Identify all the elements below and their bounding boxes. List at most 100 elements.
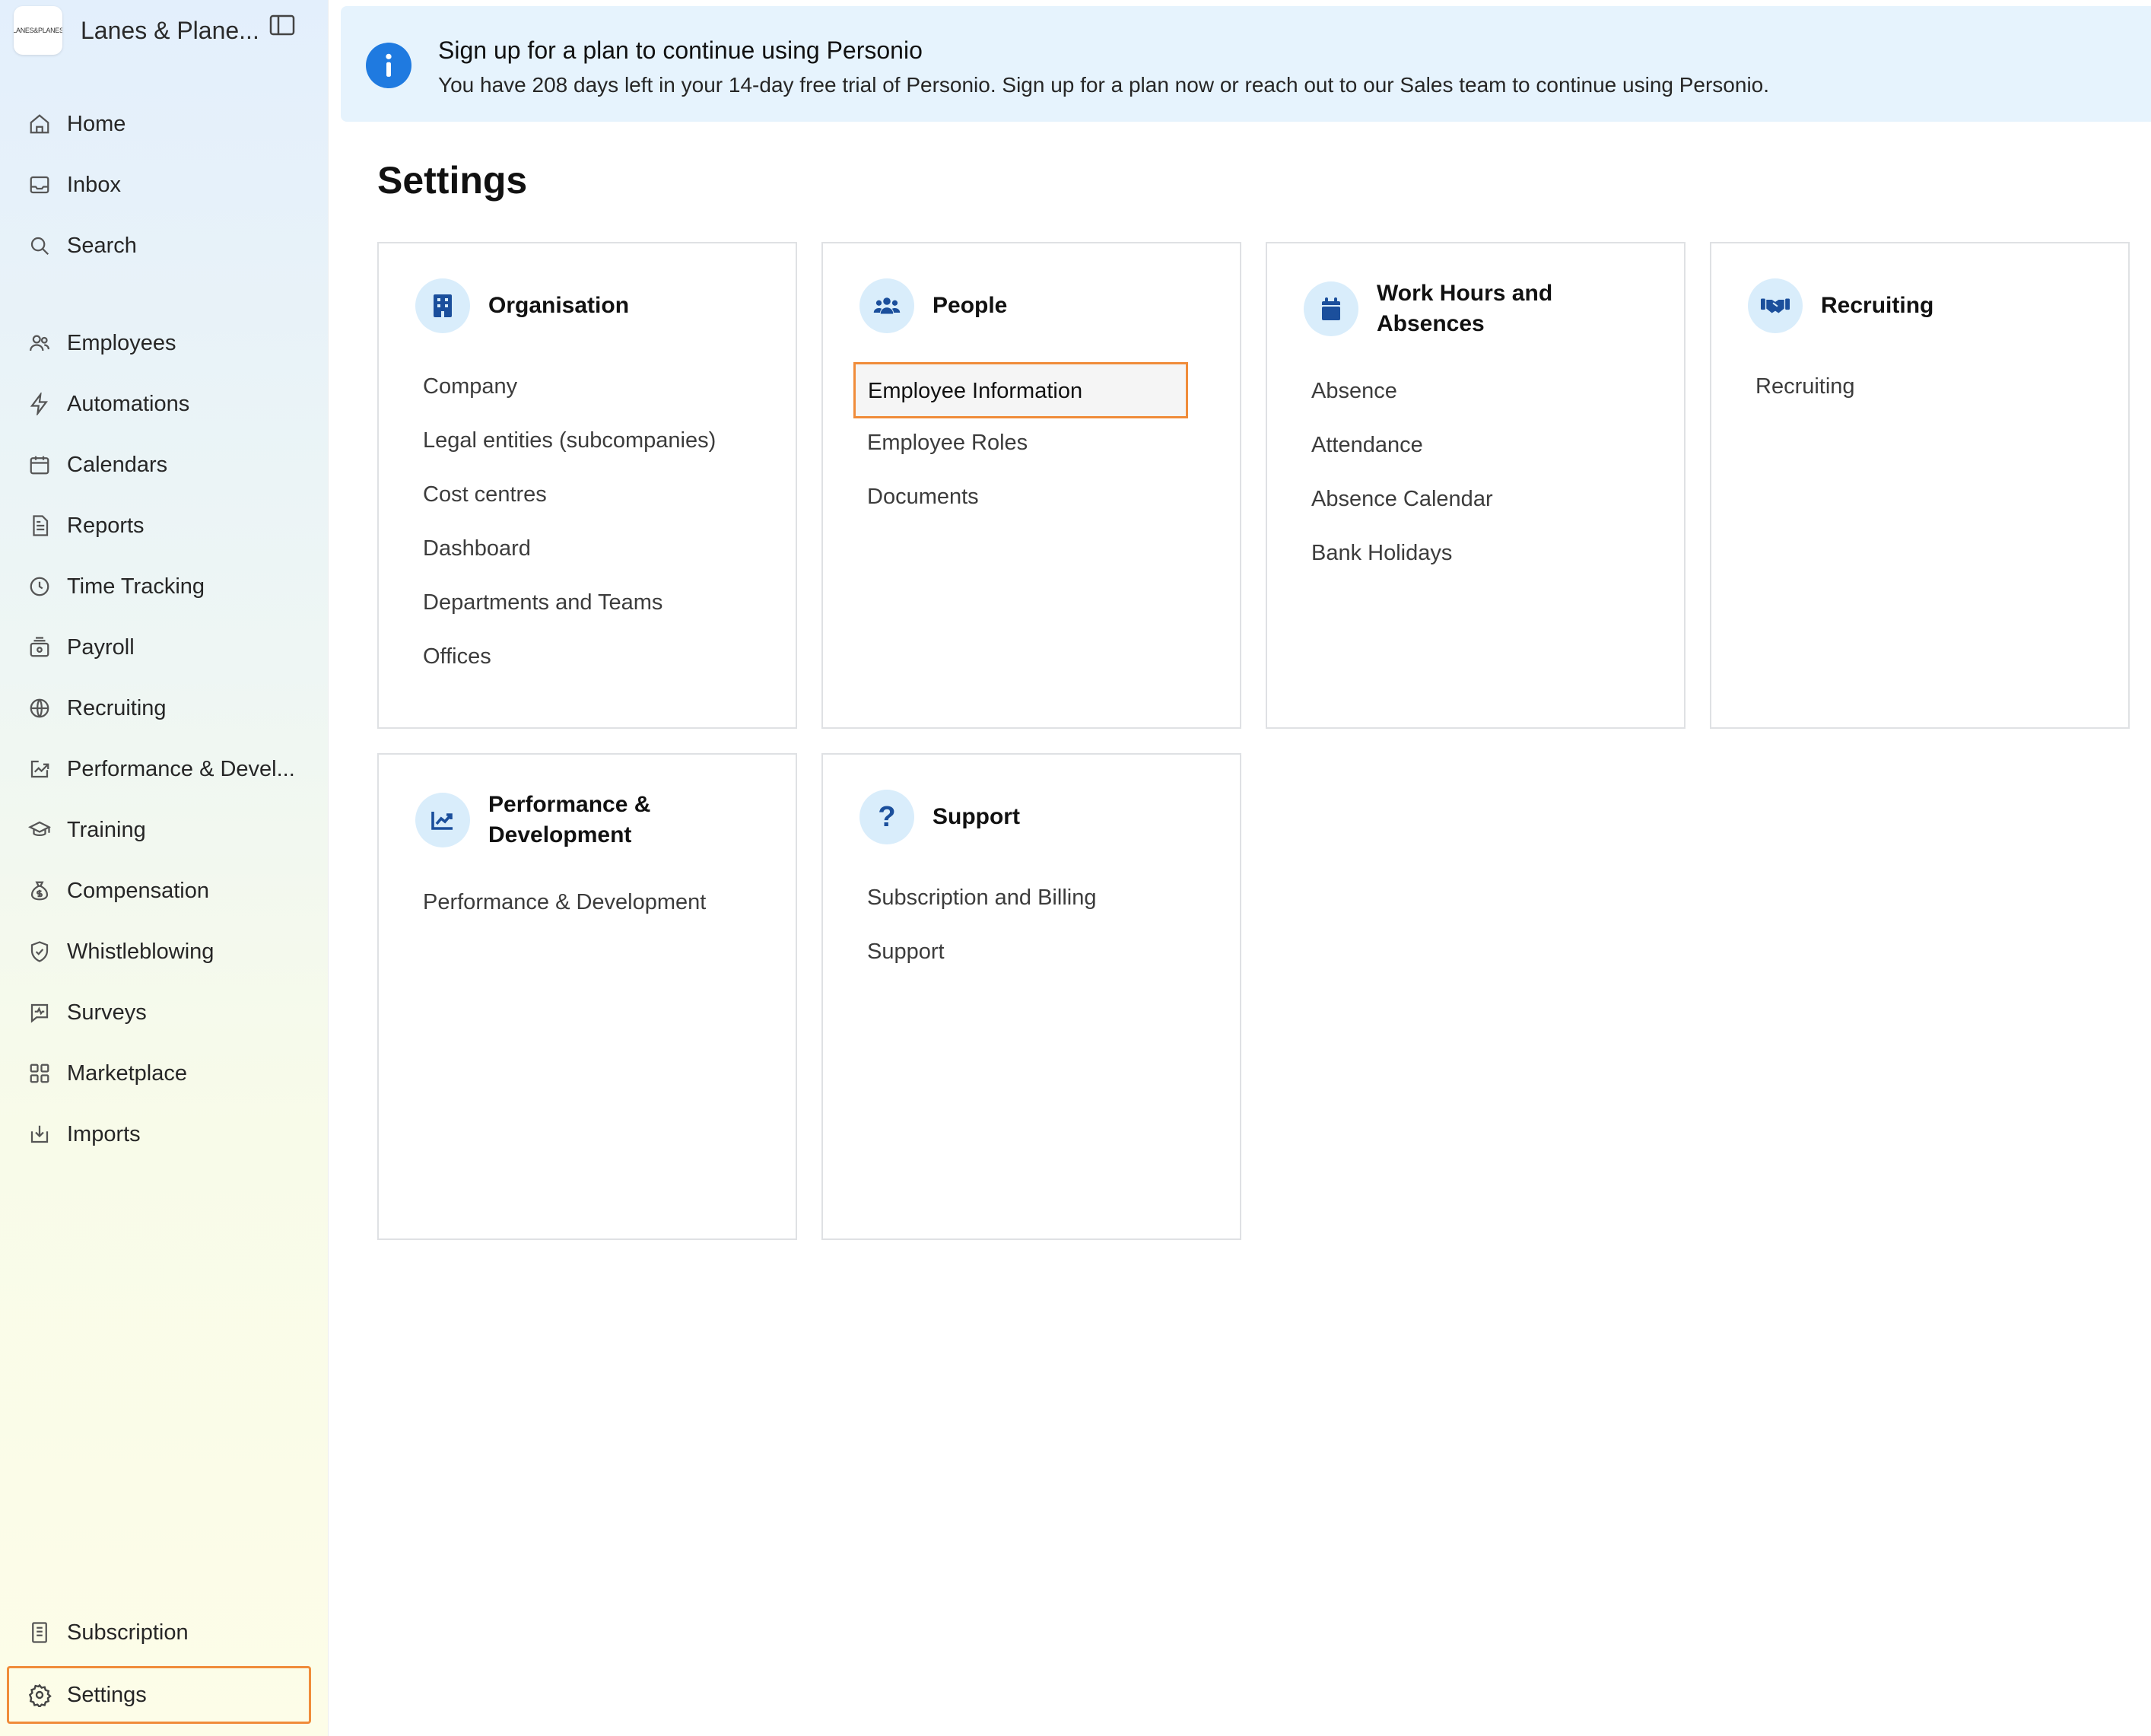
sidebar-item-label: Whistleblowing	[67, 939, 214, 964]
report-icon	[26, 512, 53, 539]
handshake-icon	[1748, 278, 1803, 333]
settings-link-company[interactable]: Company	[423, 373, 765, 427]
sidebar-item-payroll[interactable]: Payroll	[11, 626, 307, 669]
card-title: Performance & Development	[488, 792, 651, 847]
sidebar-item-label: Home	[67, 111, 126, 136]
sidebar-item-inbox[interactable]: Inbox	[11, 164, 307, 206]
settings-link-support[interactable]: Support	[867, 938, 1209, 992]
sidebar-item-label: Imports	[67, 1121, 141, 1146]
sidebar-item-label: Calendars	[67, 452, 168, 477]
sidebar-item-home[interactable]: Home	[11, 103, 307, 145]
card-title: Work Hours and Absences	[1377, 281, 1553, 336]
sidebar-item-calendars[interactable]: Calendars	[11, 444, 307, 486]
sidebar-item-compensation[interactable]: Compensation	[11, 870, 307, 912]
page-title: Settings	[377, 159, 528, 202]
people-group-icon	[859, 278, 914, 333]
globe-icon	[26, 695, 53, 722]
bolt-icon	[26, 390, 53, 418]
inbox-icon	[26, 171, 53, 199]
card-title: People	[933, 293, 1008, 318]
settings-link-absence-calendar[interactable]: Absence Calendar	[1311, 485, 1654, 539]
settings-link-dashboard[interactable]: Dashboard	[423, 535, 765, 589]
settings-link-employee-information[interactable]: Employee Information	[853, 362, 1188, 418]
sidebar-item-whistleblowing[interactable]: Whistleblowing	[11, 930, 307, 973]
card-title: Organisation	[488, 293, 630, 318]
sidebar-item-reports[interactable]: Reports	[11, 504, 307, 547]
sidebar-item-label: Search	[67, 233, 137, 258]
sidebar-item-label: Reports	[67, 513, 145, 538]
search-icon	[26, 232, 53, 259]
card-title: Support	[933, 804, 1020, 829]
card-recruiting: Recruiting Recruiting	[1710, 242, 2130, 729]
sidebar-item-label: Compensation	[67, 878, 209, 903]
people-icon	[26, 329, 53, 357]
sidebar-item-label: Automations	[67, 391, 190, 416]
sidebar-item-employees[interactable]: Employees	[11, 322, 307, 364]
banner-text: You have 208 days left in your 14-day fr…	[438, 73, 1770, 97]
company-logo: LANES&PLANES	[14, 6, 62, 55]
sidebar-item-label: Surveys	[67, 1000, 147, 1025]
sidebar-item-performance[interactable]: Performance & Devel...	[11, 748, 307, 790]
sidebar-item-surveys[interactable]: Surveys	[11, 991, 307, 1034]
company-name: Lanes & Plane...	[81, 16, 259, 44]
sidebar-item-label: Subscription	[67, 1620, 189, 1645]
sidebar-item-label: Recruiting	[67, 695, 167, 720]
sidebar-item-label: Inbox	[67, 172, 121, 197]
settings-link-recruiting[interactable]: Recruiting	[1755, 373, 2098, 427]
sidebar-item-training[interactable]: Training	[11, 809, 307, 851]
sidebar-item-label: Employees	[67, 330, 176, 355]
sidebar-item-recruiting[interactable]: Recruiting	[11, 687, 307, 730]
settings-link-absence[interactable]: Absence	[1311, 377, 1654, 431]
settings-link-documents[interactable]: Documents	[867, 483, 1209, 537]
receipt-icon	[26, 1619, 53, 1646]
settings-link-subscription-billing[interactable]: Subscription and Billing	[867, 884, 1209, 938]
card-title: Recruiting	[1821, 293, 1934, 318]
import-icon	[26, 1121, 53, 1148]
home-icon	[26, 110, 53, 138]
card-performance-development: Performance & Development Performance & …	[377, 753, 797, 1240]
card-people: People Employee Information Employee Rol…	[821, 242, 1241, 729]
sidebar-item-automations[interactable]: Automations	[11, 383, 307, 425]
card-work-hours-absences: Work Hours and Absences Absence Attendan…	[1266, 242, 1686, 729]
trial-banner: Sign up for a plan to continue using Per…	[341, 6, 2151, 122]
sidebar-item-label: Training	[67, 817, 146, 842]
grid-icon	[26, 1060, 53, 1087]
settings-link-legal-entities[interactable]: Legal entities (subcompanies)	[423, 427, 765, 481]
sidebar-item-subscription[interactable]: Subscription	[11, 1611, 307, 1654]
settings-link-bank-holidays[interactable]: Bank Holidays	[1311, 539, 1654, 593]
calendar-icon	[26, 451, 53, 479]
settings-link-employee-roles[interactable]: Employee Roles	[867, 429, 1209, 483]
payroll-icon	[26, 634, 53, 661]
graduation-cap-icon	[26, 816, 53, 844]
shield-icon	[26, 938, 53, 965]
card-organisation: Organisation Company Legal entities (sub…	[377, 242, 797, 729]
clock-icon	[26, 573, 53, 600]
building-icon	[415, 278, 470, 333]
banner-title: Sign up for a plan to continue using Per…	[438, 37, 923, 64]
card-support: ? Support Subscription and Billing Suppo…	[821, 753, 1241, 1240]
sidebar-item-search[interactable]: Search	[11, 224, 307, 267]
sidebar-item-time-tracking[interactable]: Time Tracking	[11, 565, 307, 608]
settings-link-attendance[interactable]: Attendance	[1311, 431, 1654, 485]
settings-link-performance-development[interactable]: Performance & Development	[423, 889, 765, 943]
money-bag-icon	[26, 877, 53, 905]
survey-icon	[26, 999, 53, 1026]
sidebar-item-label: Settings	[67, 1682, 147, 1707]
chart-icon	[26, 755, 53, 783]
sidebar-item-imports[interactable]: Imports	[11, 1113, 307, 1156]
sidebar-item-label: Time Tracking	[67, 574, 205, 599]
sidebar-item-marketplace[interactable]: Marketplace	[11, 1052, 307, 1095]
sidebar-item-settings[interactable]: Settings	[7, 1666, 311, 1724]
settings-link-cost-centres[interactable]: Cost centres	[423, 481, 765, 535]
sidebar-item-label: Performance & Devel...	[67, 756, 295, 781]
question-icon: ?	[859, 790, 914, 844]
sidebar: LANES&PLANES Lanes & Plane... Home Inbox…	[0, 0, 329, 1736]
settings-link-departments-teams[interactable]: Departments and Teams	[423, 589, 765, 643]
sidebar-item-label: Payroll	[67, 634, 135, 660]
info-icon	[366, 43, 411, 88]
settings-link-offices[interactable]: Offices	[423, 643, 765, 697]
chart-line-icon	[415, 793, 470, 847]
calendar-icon	[1304, 281, 1358, 336]
sidebar-toggle-icon[interactable]	[269, 14, 297, 37]
company-logo-text: LANES&PLANES	[14, 27, 62, 34]
